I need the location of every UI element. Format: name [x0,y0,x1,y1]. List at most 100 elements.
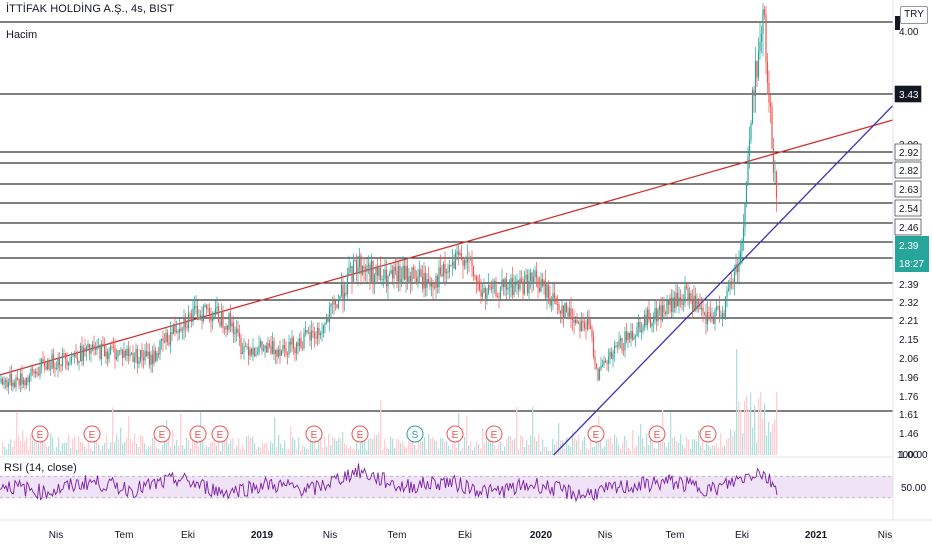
earnings-marker[interactable]: E [587,425,605,443]
volume-bar [450,449,452,455]
volume-bar [594,446,596,455]
volume-bar [542,439,544,455]
price-candle [316,328,319,339]
time-axis-label: Tem [115,530,134,541]
volume-bar [32,440,34,455]
volume-bar [478,444,480,455]
volume-bar [378,433,380,455]
time-axis-label: Nis [878,530,892,541]
volume-bar [372,439,374,455]
price-candle [573,319,575,323]
price-candle [514,283,517,286]
price-candle [111,346,113,348]
volume-bar [56,447,58,455]
price-candle [246,346,248,348]
time-axis-label: Eki [735,530,749,541]
time-axis-label: 2020 [530,530,553,541]
price-candle [126,348,128,356]
price-candle [75,353,77,358]
volume-bar [726,439,728,455]
level-price-tag[interactable]: 2.92 [894,143,922,161]
volume-bar [574,437,576,455]
price-candle [651,322,653,327]
price-candle [571,318,574,320]
price-candle [277,349,280,357]
price-candle [586,318,589,330]
symbol-title[interactable]: İTTİFAK HOLDİNG A.Ş., 4s, BIST [6,3,174,15]
volume-bar [216,445,218,455]
red-trendline[interactable] [0,119,894,376]
volume-bar [74,436,76,455]
level-price-tag[interactable]: 2.82 [894,161,922,179]
volume-bar [652,441,654,455]
earnings-marker[interactable]: E [211,425,229,443]
price-candle [318,328,320,336]
price-candle [723,313,725,317]
price-candle [441,274,443,277]
price-candle [729,281,731,289]
price-candle [88,344,91,354]
volume-bar [380,400,382,455]
volume-bar [322,447,324,455]
volume-bar [524,446,526,455]
price-candle [46,361,49,370]
level-price-tag[interactable]: 2.46 [894,218,922,236]
blue-trendline[interactable] [553,104,894,456]
volume-bar [442,438,444,455]
current-price-tag[interactable]: 2.39 18:27 [895,236,929,272]
price-candle [417,276,419,284]
earnings-marker[interactable]: E [351,425,369,443]
earnings-marker[interactable]: E [153,425,171,443]
volume-bar [528,444,530,455]
earnings-marker[interactable]: E [305,425,323,443]
earnings-marker[interactable]: E [648,425,666,443]
volume-bar [748,410,750,455]
level-price-tag[interactable]: 2.54 [894,199,922,217]
volume-bar [386,447,388,455]
volume-bar [618,444,620,455]
volume-bar [406,447,408,455]
price-candle [483,288,485,293]
price-candle [355,260,358,273]
earnings-marker[interactable]: S [406,425,424,443]
level-price-tag[interactable]: 2.63 [894,180,922,198]
time-axis-label: Eki [458,530,472,541]
price-candle [741,242,743,252]
volume-label[interactable]: Hacim [6,29,37,41]
volume-bar [90,449,92,455]
volume-bar [740,409,742,455]
volume-bar [676,441,678,455]
price-candle [114,347,116,360]
volume-bar [44,442,46,455]
price-candle [702,308,704,313]
volume-bar [86,448,88,455]
price-candle [406,265,409,284]
earnings-marker[interactable]: E [31,425,49,443]
price-candle [493,281,496,283]
volume-bar [634,448,636,455]
price-candle [333,300,335,305]
volume-bar [516,406,518,455]
price-chart[interactable]: EEEEEEESEEEEE 100.0050.00 Nis Tem Eki 2019 N… [0,0,932,550]
currency-button[interactable]: TRY [900,6,928,24]
volume-bar [670,412,672,455]
earnings-marker[interactable]: E [189,425,207,443]
price-candle [106,351,109,360]
time-axis-label: 2019 [251,530,274,541]
volume-bar [28,449,30,455]
earnings-marker[interactable]: E [699,425,717,443]
earnings-marker[interactable]: E [485,425,503,443]
earnings-letter: E [311,430,318,441]
level-price-tag[interactable]: 3.43 [894,85,922,103]
rsi-label[interactable]: RSI (14, close) [4,462,77,474]
chart-stage[interactable]: EEEEEEESEEEEE 100.00 50.00 Nis Tem Eki 2019 N… [0,0,932,550]
price-candle [756,61,758,78]
price-candle [129,354,131,357]
volume-bar [4,446,6,455]
volume-bar [188,440,190,455]
earnings-marker[interactable]: E [83,425,101,443]
price-candle [543,280,545,286]
earnings-marker[interactable]: E [446,425,464,443]
price-candle [328,306,331,323]
price-candle [237,328,239,334]
